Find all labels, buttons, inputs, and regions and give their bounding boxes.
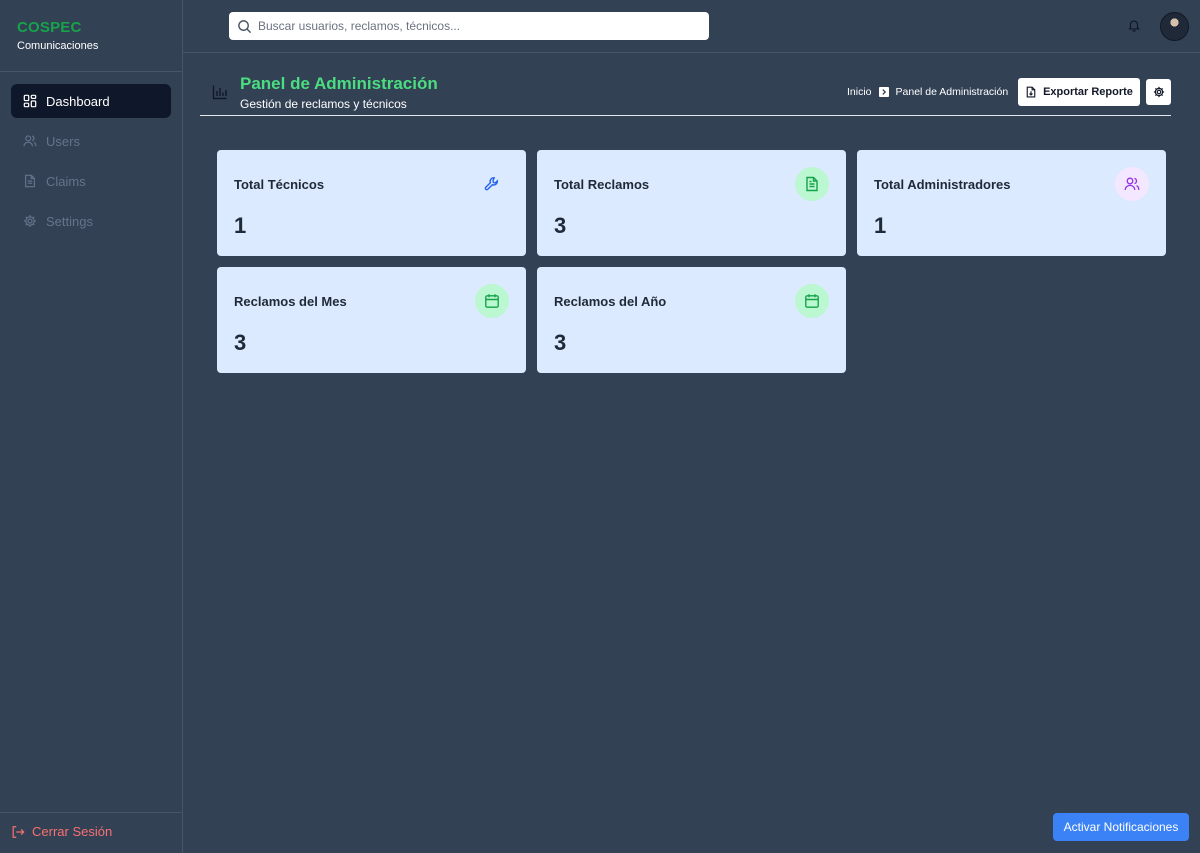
page-title: Panel de Administración xyxy=(240,74,438,93)
card-title: Reclamos del Mes xyxy=(234,294,347,309)
logout-label: Cerrar Sesión xyxy=(32,824,113,839)
bell-icon[interactable] xyxy=(1127,18,1141,32)
sidebar-item-label: Users xyxy=(46,133,80,149)
export-file-icon xyxy=(1025,86,1037,98)
gear-icon xyxy=(23,214,37,228)
breadcrumb: Inicio Panel de Administración xyxy=(847,86,1008,98)
topbar xyxy=(183,0,1200,53)
card-value: 3 xyxy=(554,213,567,238)
users-icon xyxy=(23,134,37,148)
card-title: Total Técnicos xyxy=(234,177,325,192)
logout-icon xyxy=(11,825,25,839)
card-reclamos-mes: Reclamos del Mes 3 xyxy=(217,267,526,373)
card-title: Total Reclamos xyxy=(554,177,650,192)
card-title: Reclamos del Año xyxy=(554,294,667,309)
logout-button[interactable]: Cerrar Sesión xyxy=(11,824,112,839)
sidebar-divider xyxy=(0,71,182,72)
card-value: 3 xyxy=(554,330,567,355)
enable-notifications-button[interactable]: Activar Notificaciones xyxy=(1053,813,1189,841)
card-total-tecnicos: Total Técnicos 1 xyxy=(217,150,526,256)
sidebar-bottom-divider xyxy=(0,812,182,813)
sidebar-item-users[interactable]: Users xyxy=(11,124,171,158)
page-header: Panel de Administración Gestión de recla… xyxy=(200,70,1171,116)
sidebar-nav: Dashboard Users Claims Settings xyxy=(11,84,171,244)
export-report-label: Exportar Reporte xyxy=(1043,86,1133,98)
calendar-icon xyxy=(475,284,509,318)
header-settings-button[interactable] xyxy=(1146,79,1171,105)
sidebar-item-settings[interactable]: Settings xyxy=(11,204,171,238)
card-total-reclamos: Total Reclamos 3 xyxy=(537,150,846,256)
sidebar-item-label: Dashboard xyxy=(46,93,110,109)
sidebar-item-label: Settings xyxy=(46,213,93,229)
sidebar-item-label: Claims xyxy=(46,173,86,189)
dashboard-icon xyxy=(23,94,37,108)
brand-subtitle: Comunicaciones xyxy=(17,40,99,52)
search-icon xyxy=(237,19,252,34)
sidebar-item-claims[interactable]: Claims xyxy=(11,164,171,198)
document-icon xyxy=(795,167,829,201)
breadcrumb-home[interactable]: Inicio xyxy=(847,86,872,98)
chevron-right-icon xyxy=(878,87,889,97)
search-box[interactable] xyxy=(229,12,709,40)
export-report-button[interactable]: Exportar Reporte xyxy=(1018,78,1140,106)
card-value: 1 xyxy=(874,213,887,238)
sidebar: COSPEC Comunicaciones Dashboard Users Cl… xyxy=(0,0,183,853)
wrench-icon xyxy=(475,167,509,201)
search-input[interactable] xyxy=(258,19,698,33)
sidebar-item-dashboard[interactable]: Dashboard xyxy=(11,84,171,118)
card-value: 3 xyxy=(234,330,247,355)
breadcrumb-current: Panel de Administración xyxy=(895,86,1009,98)
calendar-icon xyxy=(795,284,829,318)
card-total-administradores: Total Administradores 1 xyxy=(857,150,1166,256)
bar-chart-icon xyxy=(212,84,228,100)
file-icon xyxy=(23,174,37,188)
gear-icon xyxy=(1153,86,1165,98)
users-icon xyxy=(1115,167,1149,201)
avatar[interactable] xyxy=(1160,12,1189,41)
card-title: Total Administradores xyxy=(874,177,1011,192)
card-reclamos-anio: Reclamos del Año 3 xyxy=(537,267,846,373)
brand-name: COSPEC xyxy=(17,19,82,36)
brand: COSPEC Comunicaciones xyxy=(17,19,98,52)
page-subtitle: Gestión de reclamos y técnicos xyxy=(240,97,407,111)
card-value: 1 xyxy=(234,213,247,238)
